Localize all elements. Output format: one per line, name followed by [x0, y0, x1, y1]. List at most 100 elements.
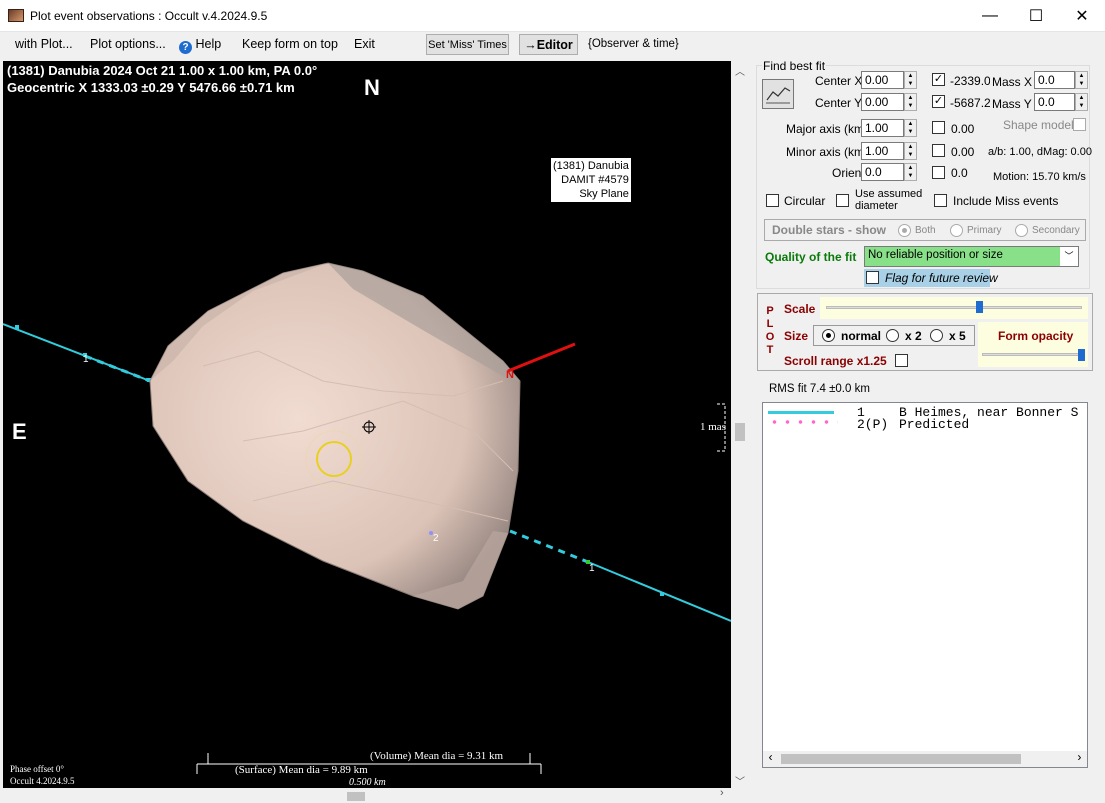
center-y-input[interactable]: 0.00 — [861, 93, 904, 111]
fit-chart-button[interactable] — [762, 79, 794, 109]
plot-title-letter: L — [766, 318, 774, 330]
orientation-spinner[interactable]: ▲ ▼ — [904, 163, 917, 181]
mass-y-spinner[interactable]: ▲ ▼ — [1075, 93, 1088, 111]
observers-legend-list[interactable]: 1 B Heimes, near Bonner S 2(P) Predicted… — [762, 402, 1088, 768]
center-y-checkbox[interactable]: ✓ — [932, 95, 945, 108]
major-axis-checkbox[interactable] — [932, 121, 945, 134]
minimize-button[interactable]: — — [967, 0, 1013, 32]
ab-dmag-text: a/b: 1.00, dMag: 0.00 — [988, 146, 1092, 158]
center-x-checkbox[interactable]: ✓ — [932, 73, 945, 86]
scroll-right-icon[interactable]: › — [1076, 751, 1083, 765]
mass-y-input[interactable]: 0.0 — [1034, 93, 1075, 111]
include-miss-label: Include Miss events — [953, 194, 1059, 208]
find-best-fit-title: Find best fit — [762, 59, 827, 73]
scroll-right-icon[interactable]: › — [720, 787, 724, 799]
use-assumed-line2: diameter — [855, 200, 898, 212]
plot-header-line2: Geocentric X 1333.03 ±0.29 Y 5476.66 ±0.… — [7, 80, 295, 95]
scroll-range-checkbox[interactable] — [895, 354, 908, 367]
plot-canvas[interactable]: (1381) Danubia 2024 Oct 21 1.00 x 1.00 k… — [3, 61, 731, 788]
model-info-name: (1381) Danubia — [553, 160, 629, 172]
center-x-spinner[interactable]: ▲ ▼ — [904, 71, 917, 89]
flag-review-checkbox[interactable] — [866, 271, 879, 284]
menu-plot-options[interactable]: Plot options... — [90, 37, 166, 51]
window-title: Plot event observations : Occult v.4.202… — [30, 9, 268, 23]
quality-value: No reliable position or size — [868, 249, 1003, 261]
orientation-checkbox[interactable] — [932, 166, 945, 179]
chord-tick — [15, 325, 19, 329]
red-axis-label: N — [506, 369, 514, 381]
menu-exit[interactable]: Exit — [354, 37, 375, 51]
rms-fit-label: RMS fit 7.4 ±0.0 km — [769, 383, 870, 395]
legend-scroll-thumb[interactable] — [781, 754, 1021, 764]
major-axis-input[interactable]: 1.00 — [861, 119, 904, 137]
legend-horizontal-scrollbar[interactable]: ‹ › — [763, 751, 1087, 767]
model-info-plane: Sky Plane — [579, 188, 629, 200]
orientation-input[interactable]: 0.0 — [861, 163, 904, 181]
center-y-spinner[interactable]: ▲ ▼ — [904, 93, 917, 111]
chord-tick — [660, 592, 664, 596]
use-assumed-line1: Use assumed — [855, 188, 923, 200]
size-normal-radio[interactable] — [822, 329, 835, 342]
maximize-button[interactable]: ☐ — [1013, 0, 1059, 32]
scroll-up-icon[interactable]: ︿ — [735, 63, 745, 78]
residual-x: -2339.05 — [950, 74, 990, 88]
app-icon — [8, 9, 24, 22]
double-both-label: Both — [915, 225, 936, 236]
km-scale-label: 0.500 km — [349, 777, 386, 788]
north-label: N — [364, 75, 380, 100]
plot-vertical-title: P L O T — [764, 305, 776, 357]
flag-review-label: Flag for future review — [885, 271, 998, 285]
minor-axis-residual: 0.00 — [951, 145, 975, 159]
size-x5-radio[interactable] — [930, 329, 943, 342]
chord-label: 1 — [589, 563, 595, 574]
hscroll-thumb[interactable] — [347, 792, 365, 801]
size-x2-label: x 2 — [905, 329, 922, 343]
menu-with-plot[interactable]: with Plot... — [15, 37, 73, 51]
model-info-box: (1381) Danubia DAMIT #4579 Sky Plane — [551, 158, 631, 202]
shape-model-checkbox[interactable] — [1073, 118, 1086, 131]
plot-horizontal-scrollbar[interactable]: › — [3, 787, 731, 803]
major-axis-spinner[interactable]: ▲ ▼ — [904, 119, 917, 137]
center-x-input[interactable]: 0.00 — [861, 71, 904, 89]
circular-checkbox[interactable] — [766, 194, 779, 207]
size-label: Size — [784, 329, 809, 343]
use-assumed-diameter-checkbox[interactable] — [836, 194, 849, 207]
editor-button[interactable]: →Editor — [519, 34, 578, 55]
mas-scale-label: 1 mas — [700, 421, 726, 433]
chord-label: 1 — [83, 354, 89, 365]
scale-slider-thumb[interactable] — [976, 301, 983, 313]
size-normal-label: normal — [841, 329, 882, 343]
size-x2-radio[interactable] — [886, 329, 899, 342]
minor-axis-spinner[interactable]: ▲ ▼ — [904, 142, 917, 160]
chevron-down-icon[interactable]: ﹀ — [1060, 247, 1078, 266]
double-secondary-radio[interactable] — [1015, 224, 1028, 237]
opacity-slider[interactable] — [978, 347, 1088, 367]
splitter-handle[interactable] — [736, 423, 744, 439]
include-miss-checkbox[interactable] — [934, 194, 947, 207]
scale-slider[interactable] — [820, 297, 1088, 319]
set-miss-times-button[interactable]: Set 'Miss' Times — [426, 34, 509, 55]
center-y-label: Center Y — [815, 96, 863, 110]
minor-axis-checkbox[interactable] — [932, 144, 945, 157]
menu-keep-on-top[interactable]: Keep form on top — [242, 37, 338, 51]
scroll-left-icon[interactable]: ‹ — [767, 751, 774, 765]
chord-dash-right — [509, 529, 589, 564]
mass-x-spinner[interactable]: ▲ ▼ — [1075, 71, 1088, 89]
menu-help[interactable]: ? Help — [179, 37, 221, 54]
form-opacity-label: Form opacity — [998, 329, 1074, 343]
plot-header-line1: (1381) Danubia 2024 Oct 21 1.00 x 1.00 k… — [7, 63, 318, 78]
opacity-slider-thumb[interactable] — [1078, 349, 1085, 361]
minor-axis-input[interactable]: 1.00 — [861, 142, 904, 160]
double-primary-radio[interactable] — [950, 224, 963, 237]
chord-line-right — [587, 561, 731, 622]
mass-x-input[interactable]: 0.0 — [1034, 71, 1075, 89]
close-button[interactable]: ✕ — [1059, 0, 1105, 32]
phase-offset-label: Phase offset 0° — [10, 764, 64, 774]
quality-select[interactable]: No reliable position or size ﹀ — [864, 246, 1079, 267]
legend-row2-id: 2(P) — [857, 417, 889, 432]
double-stars-label: Double stars - show — [772, 223, 887, 237]
scroll-down-icon[interactable]: ﹀ — [735, 773, 745, 788]
double-both-radio[interactable] — [898, 224, 911, 237]
plot-title-letter: T — [766, 344, 774, 356]
plot-title-letter: O — [765, 331, 775, 343]
